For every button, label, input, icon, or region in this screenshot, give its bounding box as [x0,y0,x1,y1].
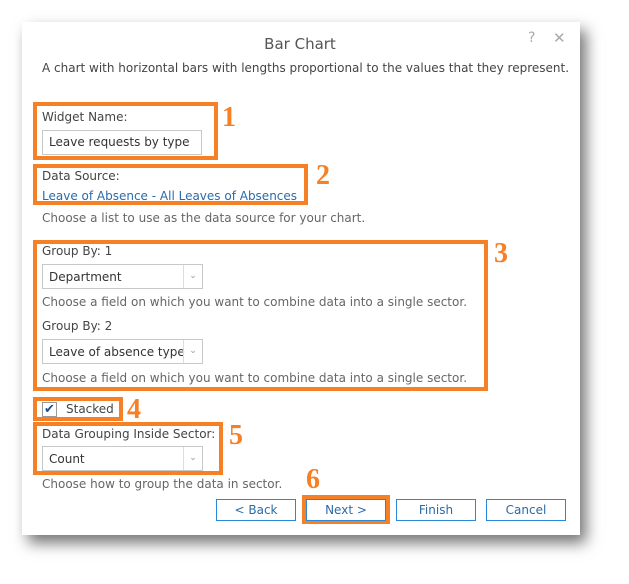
help-icon[interactable]: ? [528,30,535,46]
group-by-2-select[interactable]: Leave of absence type ⌄ [42,339,203,364]
callout-5: 5 [229,420,243,451]
grouping-label: Data Grouping Inside Sector: [42,427,216,441]
cancel-button[interactable]: Cancel [486,499,566,521]
grouping-select[interactable]: Count ⌄ [42,446,203,471]
callout-1: 1 [222,102,236,133]
stacked-checkbox[interactable]: ✔ [42,402,57,417]
group-by-1-label: Group By: 1 [42,244,113,258]
widget-name-input[interactable]: Leave requests by type [42,130,202,155]
callout-3: 3 [494,238,508,269]
group-by-2-help: Choose a field on which you want to comb… [42,371,468,385]
next-button[interactable]: Next > [306,499,386,521]
finish-button[interactable]: Finish [396,499,476,521]
back-button[interactable]: < Back [216,499,296,521]
group-by-2-label: Group By: 2 [42,319,113,333]
callout-box-3 [33,240,488,391]
callout-4: 4 [127,394,141,425]
group-by-1-value: Department [49,270,122,284]
group-by-2-value: Leave of absence type [49,345,185,359]
chevron-down-icon: ⌄ [183,340,202,363]
grouping-value: Count [49,452,85,466]
grouping-help: Choose how to group the data in sector. [42,477,283,491]
widget-name-label: Widget Name: [42,110,128,124]
group-by-1-help: Choose a field on which you want to comb… [42,295,468,309]
chevron-down-icon: ⌄ [183,447,202,470]
callout-2: 2 [316,160,330,191]
close-icon[interactable]: ✕ [553,29,566,47]
stacked-label[interactable]: Stacked [66,402,114,416]
group-by-1-select[interactable]: Department ⌄ [42,264,203,289]
data-source-link[interactable]: Leave of Absence - All Leaves of Absence… [42,189,297,203]
dialog-description: A chart with horizontal bars with length… [42,61,570,75]
callout-6: 6 [306,464,320,495]
chevron-down-icon: ⌄ [183,265,202,288]
dialog-title: Bar Chart [264,35,336,53]
data-source-help: Choose a list to use as the data source … [42,211,366,225]
data-source-label: Data Source: [42,169,120,183]
